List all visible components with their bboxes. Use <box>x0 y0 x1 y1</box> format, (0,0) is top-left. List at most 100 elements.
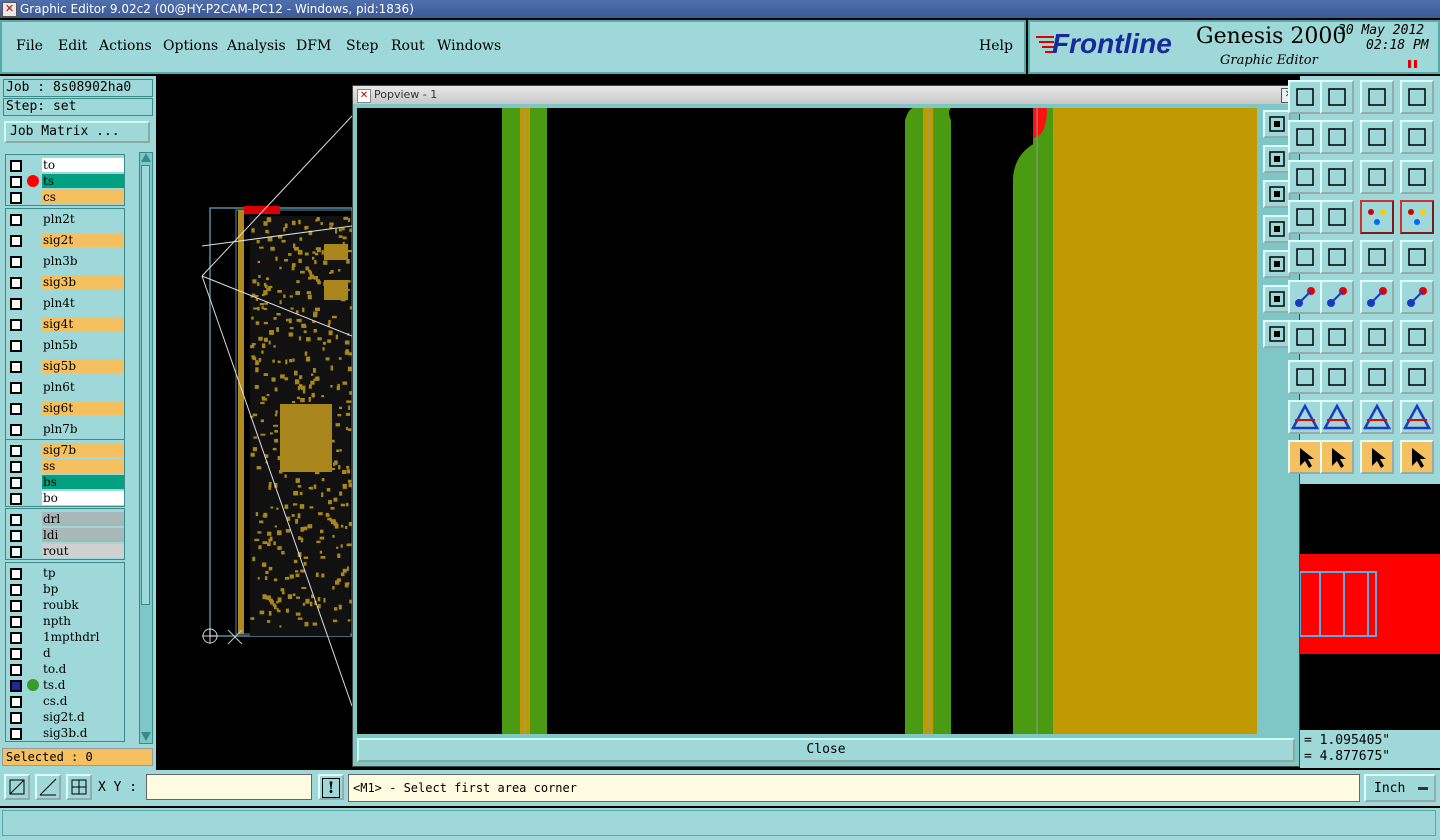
layer-row[interactable]: ss <box>6 458 124 474</box>
layer-row[interactable]: cs <box>6 189 124 205</box>
grid-snap-icon[interactable] <box>66 774 92 800</box>
triangle-a-icon[interactable] <box>1320 400 1354 434</box>
tool-b-icon[interactable] <box>1288 120 1322 154</box>
measure-icon[interactable] <box>35 774 61 800</box>
layer-name[interactable]: rout <box>42 544 124 558</box>
layer-name[interactable]: sig3b <box>42 275 124 289</box>
scroll-down-icon[interactable] <box>141 732 151 741</box>
arc-icon[interactable] <box>1360 320 1394 354</box>
right-canvas-view[interactable] <box>1299 484 1440 730</box>
menu-dfm[interactable]: DFM <box>296 38 331 54</box>
layer-name[interactable]: pln5b <box>42 338 124 352</box>
layer-row[interactable]: sig2t.d <box>6 709 124 725</box>
layer-row[interactable]: cs.d <box>6 693 124 709</box>
draw-line-icon[interactable] <box>1320 320 1354 354</box>
layer-name[interactable]: ts <box>42 174 124 188</box>
layer-name[interactable]: ss <box>42 459 124 473</box>
layer-row[interactable]: drl <box>6 511 124 527</box>
layer-row[interactable]: sig6t <box>6 400 124 416</box>
shapes-icon[interactable] <box>1400 360 1434 394</box>
layer-checkbox[interactable] <box>10 514 22 526</box>
layer-checkbox[interactable] <box>10 424 22 436</box>
select-arrow-icon[interactable] <box>1320 440 1354 474</box>
popview-pan-right-icon[interactable] <box>1263 250 1291 278</box>
xy-input[interactable] <box>146 774 312 800</box>
tool-c-icon[interactable] <box>1288 160 1322 194</box>
layer-row[interactable]: bp <box>6 581 124 597</box>
layer-row[interactable]: ts <box>6 173 124 189</box>
layer-name[interactable]: sig3b.d <box>42 726 124 740</box>
layer-name[interactable]: to <box>42 158 124 172</box>
popview-pan-left-icon[interactable] <box>1263 215 1291 243</box>
menu-options[interactable]: Options <box>163 38 218 54</box>
job-matrix-button[interactable]: Job Matrix ... <box>4 121 150 143</box>
layer-name[interactable]: pln3b <box>42 254 124 268</box>
layer-name[interactable]: bo <box>42 491 124 505</box>
layer-name[interactable]: pln2t <box>42 212 124 226</box>
menu-analysis[interactable]: Analysis <box>227 38 286 54</box>
layer-name[interactable]: sig2t.d <box>42 710 124 724</box>
tool-i-icon[interactable] <box>1288 400 1322 434</box>
layer-name[interactable]: sig5b <box>42 359 124 373</box>
flip-icon[interactable] <box>1400 320 1434 354</box>
main-graphic-canvas[interactable] <box>158 76 352 770</box>
layer-name[interactable]: ts.d <box>42 678 124 692</box>
layer-row[interactable]: to.d <box>6 661 124 677</box>
layer-checkbox[interactable] <box>10 728 22 740</box>
menu-windows[interactable]: Windows <box>437 38 501 54</box>
layer-name[interactable]: ldi <box>42 528 124 542</box>
layer-name[interactable]: npth <box>42 614 124 628</box>
layers-blue-icon[interactable] <box>1400 200 1434 234</box>
scroll-thumb[interactable] <box>141 165 150 605</box>
popview-canvas[interactable] <box>357 108 1257 734</box>
layer-checkbox[interactable] <box>10 632 22 644</box>
layer-name[interactable]: bp <box>42 582 124 596</box>
layer-row[interactable]: to <box>6 157 124 173</box>
pad-icon[interactable] <box>1400 240 1434 274</box>
layer-row[interactable]: pln5b <box>6 337 124 353</box>
layer-name[interactable]: roubk <box>42 598 124 612</box>
triangle-c-icon[interactable] <box>1400 400 1434 434</box>
layer-checkbox[interactable] <box>10 160 22 172</box>
layer-name[interactable]: cs <box>42 190 124 204</box>
menu-file[interactable]: File <box>16 38 43 54</box>
window-split-icon[interactable] <box>1400 80 1434 114</box>
layer-name[interactable]: sig7b <box>42 443 124 457</box>
layer-checkbox[interactable] <box>10 568 22 580</box>
layer-checkbox[interactable] <box>10 192 22 204</box>
tool-f-icon[interactable] <box>1288 280 1322 314</box>
layer-name[interactable]: pln4t <box>42 296 124 310</box>
layer-checkbox[interactable] <box>10 256 22 268</box>
layer-row[interactable]: pln3b <box>6 253 124 269</box>
tool-e-icon[interactable] <box>1288 240 1322 274</box>
layer-row[interactable]: bo <box>6 490 124 506</box>
layer-row[interactable]: pln7b <box>6 421 124 437</box>
tool-a-icon[interactable] <box>1288 80 1322 114</box>
layer-name[interactable]: sig6t <box>42 401 124 415</box>
layer-checkbox[interactable] <box>10 445 22 457</box>
layers-red-icon[interactable] <box>1360 200 1394 234</box>
layer-checkbox[interactable] <box>10 382 22 394</box>
layer-checkbox[interactable] <box>10 664 22 676</box>
layer-name[interactable]: pln6t <box>42 380 124 394</box>
layer-checkbox[interactable] <box>10 546 22 558</box>
zoom-center-icon[interactable] <box>1320 160 1354 194</box>
layer-checkbox[interactable] <box>10 493 22 505</box>
layer-checkbox[interactable] <box>10 403 22 415</box>
layer-checkbox[interactable] <box>10 648 22 660</box>
layer-row[interactable]: ldi <box>6 527 124 543</box>
menu-help[interactable]: Help <box>979 38 1013 54</box>
layer-name[interactable]: sig4t <box>42 317 124 331</box>
select-box-icon[interactable] <box>1360 440 1394 474</box>
scroll-up-icon[interactable] <box>141 153 151 162</box>
layer-row[interactable]: ts.d <box>6 677 124 693</box>
layer-row[interactable]: tp <box>6 565 124 581</box>
layer-row[interactable]: pln2t <box>6 211 124 227</box>
popview-zoom-fit-icon[interactable] <box>1263 285 1291 313</box>
layer-checkbox[interactable] <box>10 361 22 373</box>
layer-checkbox[interactable] <box>10 600 22 612</box>
scale-1-2-icon[interactable] <box>1360 160 1394 194</box>
layer-checkbox[interactable] <box>10 340 22 352</box>
layer-row[interactable]: roubk <box>6 597 124 613</box>
layer-row[interactable]: sig4t <box>6 316 124 332</box>
